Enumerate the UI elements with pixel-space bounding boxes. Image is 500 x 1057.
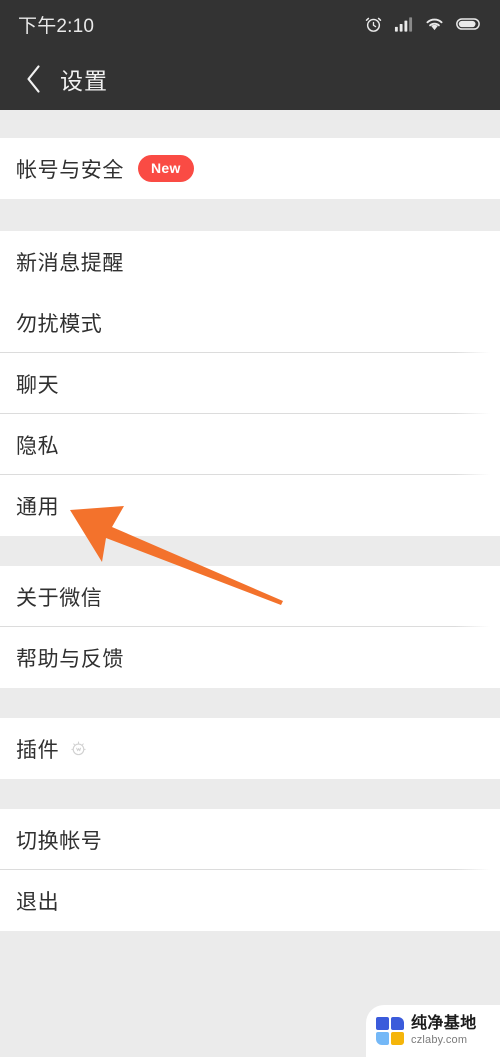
plugin-badge-icon bbox=[70, 740, 87, 757]
section-gap bbox=[0, 779, 500, 809]
status-bar: 下午2:10 bbox=[0, 0, 500, 48]
watermark-logo-icon bbox=[376, 1017, 404, 1045]
row-general[interactable]: 通用 bbox=[0, 475, 500, 536]
row-label: 插件 bbox=[16, 738, 60, 762]
phone-screen: 下午2:10 设置 帐号与安全 New 新消息提醒 勿扰模式 聊天 隐私 通用 … bbox=[0, 0, 500, 1057]
section-account-actions: 切换帐号 退出 bbox=[0, 809, 500, 931]
section-preferences: 新消息提醒 勿扰模式 聊天 隐私 通用 bbox=[0, 231, 500, 536]
section-account: 帐号与安全 New bbox=[0, 138, 500, 199]
row-label: 通用 bbox=[16, 495, 60, 519]
row-chat[interactable]: 聊天 bbox=[0, 353, 500, 414]
watermark: 纯净基地 czlaby.com bbox=[366, 1005, 500, 1057]
row-label: 关于微信 bbox=[16, 586, 103, 610]
watermark-text: 纯净基地 czlaby.com bbox=[411, 1016, 477, 1046]
row-plugins[interactable]: 插件 bbox=[0, 718, 500, 779]
status-time: 下午2:10 bbox=[18, 15, 95, 37]
alarm-icon bbox=[364, 15, 383, 34]
row-label: 勿扰模式 bbox=[16, 312, 103, 336]
row-new-message-notify[interactable]: 新消息提醒 bbox=[0, 231, 500, 292]
row-label: 退出 bbox=[16, 890, 60, 914]
watermark-url: czlaby.com bbox=[411, 1034, 468, 1046]
wifi-icon bbox=[424, 16, 445, 32]
row-account-security[interactable]: 帐号与安全 New bbox=[0, 138, 500, 199]
row-label: 聊天 bbox=[16, 373, 60, 397]
section-gap bbox=[0, 199, 500, 231]
section-gap bbox=[0, 688, 500, 718]
page-title: 设置 bbox=[60, 68, 108, 94]
row-label: 帐号与安全 bbox=[16, 158, 124, 182]
row-do-not-disturb[interactable]: 勿扰模式 bbox=[0, 292, 500, 353]
section-plugins: 插件 bbox=[0, 718, 500, 779]
row-label: 隐私 bbox=[16, 434, 60, 458]
row-help-feedback[interactable]: 帮助与反馈 bbox=[0, 627, 500, 688]
section-gap bbox=[0, 536, 500, 566]
watermark-name: 纯净基地 bbox=[411, 1015, 477, 1032]
chevron-left-icon bbox=[25, 64, 42, 94]
row-label: 切换帐号 bbox=[16, 829, 103, 853]
row-label: 新消息提醒 bbox=[16, 251, 124, 275]
back-button[interactable] bbox=[14, 56, 52, 102]
signal-icon bbox=[394, 16, 413, 32]
row-logout[interactable]: 退出 bbox=[0, 870, 500, 931]
status-icon-group bbox=[364, 15, 482, 34]
battery-icon bbox=[456, 17, 482, 31]
row-label: 帮助与反馈 bbox=[16, 647, 124, 671]
section-about: 关于微信 帮助与反馈 bbox=[0, 566, 500, 688]
section-gap bbox=[0, 110, 500, 138]
settings-list: 帐号与安全 New 新消息提醒 勿扰模式 聊天 隐私 通用 关于微信 帮助与反馈… bbox=[0, 110, 500, 1057]
status-badge: New bbox=[138, 155, 194, 182]
row-privacy[interactable]: 隐私 bbox=[0, 414, 500, 475]
row-about-wechat[interactable]: 关于微信 bbox=[0, 566, 500, 627]
nav-bar: 设置 bbox=[0, 48, 500, 110]
row-switch-account[interactable]: 切换帐号 bbox=[0, 809, 500, 870]
